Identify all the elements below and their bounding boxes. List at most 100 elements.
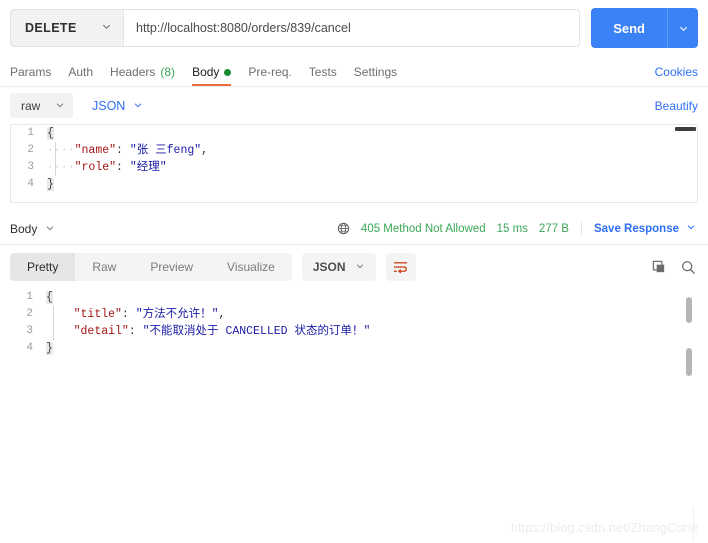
beautify-button[interactable]: Beautify [655,99,698,113]
response-body-viewer[interactable]: 1 { 2 "title": "方法不允许！", 3 "detail": "不能… [0,289,708,384]
save-response-button[interactable]: Save Response [580,222,696,235]
response-view-tabs: Pretty Raw Preview Visualize [10,253,292,281]
code-line: 4 } [11,176,697,193]
response-tab-pretty[interactable]: Pretty [10,253,76,281]
code-brace: } [47,178,54,191]
json-colon: : [121,308,136,321]
tab-headers[interactable]: Headers (8) [110,65,175,86]
body-mode-select[interactable]: raw [10,93,73,118]
tab-tests-label: Tests [308,65,337,79]
json-colon: : [116,144,130,157]
chevron-down-icon [45,222,55,236]
chevron-down-icon [55,99,65,113]
json-value: "张 三feng" [129,144,202,157]
response-time: 15 ms [496,222,528,235]
line-number: 3 [27,161,34,173]
http-method-select[interactable]: DELETE [10,9,123,47]
chevron-down-icon [133,99,143,113]
code-line: 3 "detail": "不能取消处于 CANCELLED 状态的订单！" [0,323,708,340]
response-view-toolbar: Pretty Raw Preview Visualize JSON [0,245,708,289]
save-response-label: Save Response [593,222,679,235]
word-wrap-icon [392,260,409,275]
code-fold-guide [53,306,54,340]
response-tab-preview[interactable]: Preview [133,253,210,281]
code-brace: } [46,342,53,355]
body-mode-label: raw [21,98,41,113]
tab-prerequest[interactable]: Pre-req. [248,65,291,86]
watermark-text: https://blog.csdn.net/ZhangCurie [510,521,698,535]
globe-icon [337,222,350,235]
response-section-select[interactable]: Body [10,222,55,236]
line-number: 2 [27,144,34,156]
tab-tests[interactable]: Tests [309,65,337,86]
tab-auth-label: Auth [68,65,94,79]
request-url-bar: DELETE Send [0,0,708,57]
code-line: 2 "title": "方法不允许！", [0,306,708,323]
request-editor-scrollbar[interactable] [675,125,697,202]
response-meta: 405 Method Not Allowed 15 ms 277 B [337,222,569,235]
code-fold-guide [55,142,56,176]
json-value: "方法不允许！" [135,308,219,321]
page-scrollbar-thumb[interactable] [686,348,692,376]
json-key: "role" [74,161,117,174]
search-icon[interactable] [681,260,696,275]
body-language-select[interactable]: JSON [92,99,143,113]
json-key: "title" [73,308,122,321]
tab-headers-label: Headers [110,65,156,79]
tab-headers-count: (8) [160,65,176,79]
tab-auth[interactable]: Auth [68,65,93,86]
code-line: 1 { [11,125,697,142]
response-tool-icons [652,260,696,275]
code-indent-dots: ···· [47,161,75,174]
code-line: 3 ····"role": "经理" [11,159,697,176]
line-number: 3 [26,325,33,337]
response-format-select[interactable]: JSON [301,253,376,281]
request-tabs: Params Auth Headers (8) Body Pre-req. Te… [0,57,708,87]
send-button[interactable]: Send [591,8,667,48]
chevron-down-icon [686,222,696,235]
body-language-label: JSON [92,98,126,113]
response-body-container: 1 { 2 "title": "方法不允许！", 3 "detail": "不能… [0,289,708,449]
chevron-down-icon [101,21,112,35]
tab-body[interactable]: Body [192,65,232,86]
cookies-link[interactable]: Cookies [655,65,698,86]
body-type-row: raw JSON Beautify [0,87,708,124]
send-options-dropdown[interactable] [667,8,698,48]
json-value: "经理" [129,161,167,174]
tab-params[interactable]: Params [10,65,51,86]
scrollbar-thumb[interactable] [675,127,696,131]
tab-prerequest-label: Pre-req. [248,65,292,79]
line-number: 1 [27,127,34,139]
json-colon: : [116,161,130,174]
http-method-label: DELETE [25,21,77,35]
code-line: 1 { [0,289,708,306]
code-line: 4 } [0,340,708,357]
request-url-input[interactable] [123,9,581,47]
json-key: "name" [74,144,117,157]
tab-settings[interactable]: Settings [354,65,397,86]
tab-body-label: Body [192,65,220,79]
response-status-text: 405 Method Not Allowed [360,222,486,235]
line-number: 1 [26,291,33,303]
chevron-down-icon [355,260,365,274]
response-tab-raw[interactable]: Raw [75,253,133,281]
response-tab-visualize[interactable]: Visualize [210,253,292,281]
line-number: 4 [27,178,34,190]
line-number: 4 [26,342,33,354]
code-indent-dots: ···· [47,144,75,157]
code-brace: { [47,127,54,140]
json-comma: , [201,144,209,157]
line-number: 2 [26,308,33,320]
response-scrollbar-thumb[interactable] [686,297,692,323]
response-format-label: JSON [312,260,346,274]
json-colon: : [128,325,143,338]
word-wrap-toggle[interactable] [385,253,416,281]
request-body-editor[interactable]: 1 { 2 ····"name": "张 三feng", 3 ····"role… [10,124,698,203]
copy-icon[interactable] [652,260,667,275]
response-status-bar: Body 405 Method Not Allowed 15 ms 277 B … [0,213,708,245]
json-key: "detail" [73,325,129,338]
tab-settings-label: Settings [353,65,398,79]
send-button-group: Send [591,8,698,48]
